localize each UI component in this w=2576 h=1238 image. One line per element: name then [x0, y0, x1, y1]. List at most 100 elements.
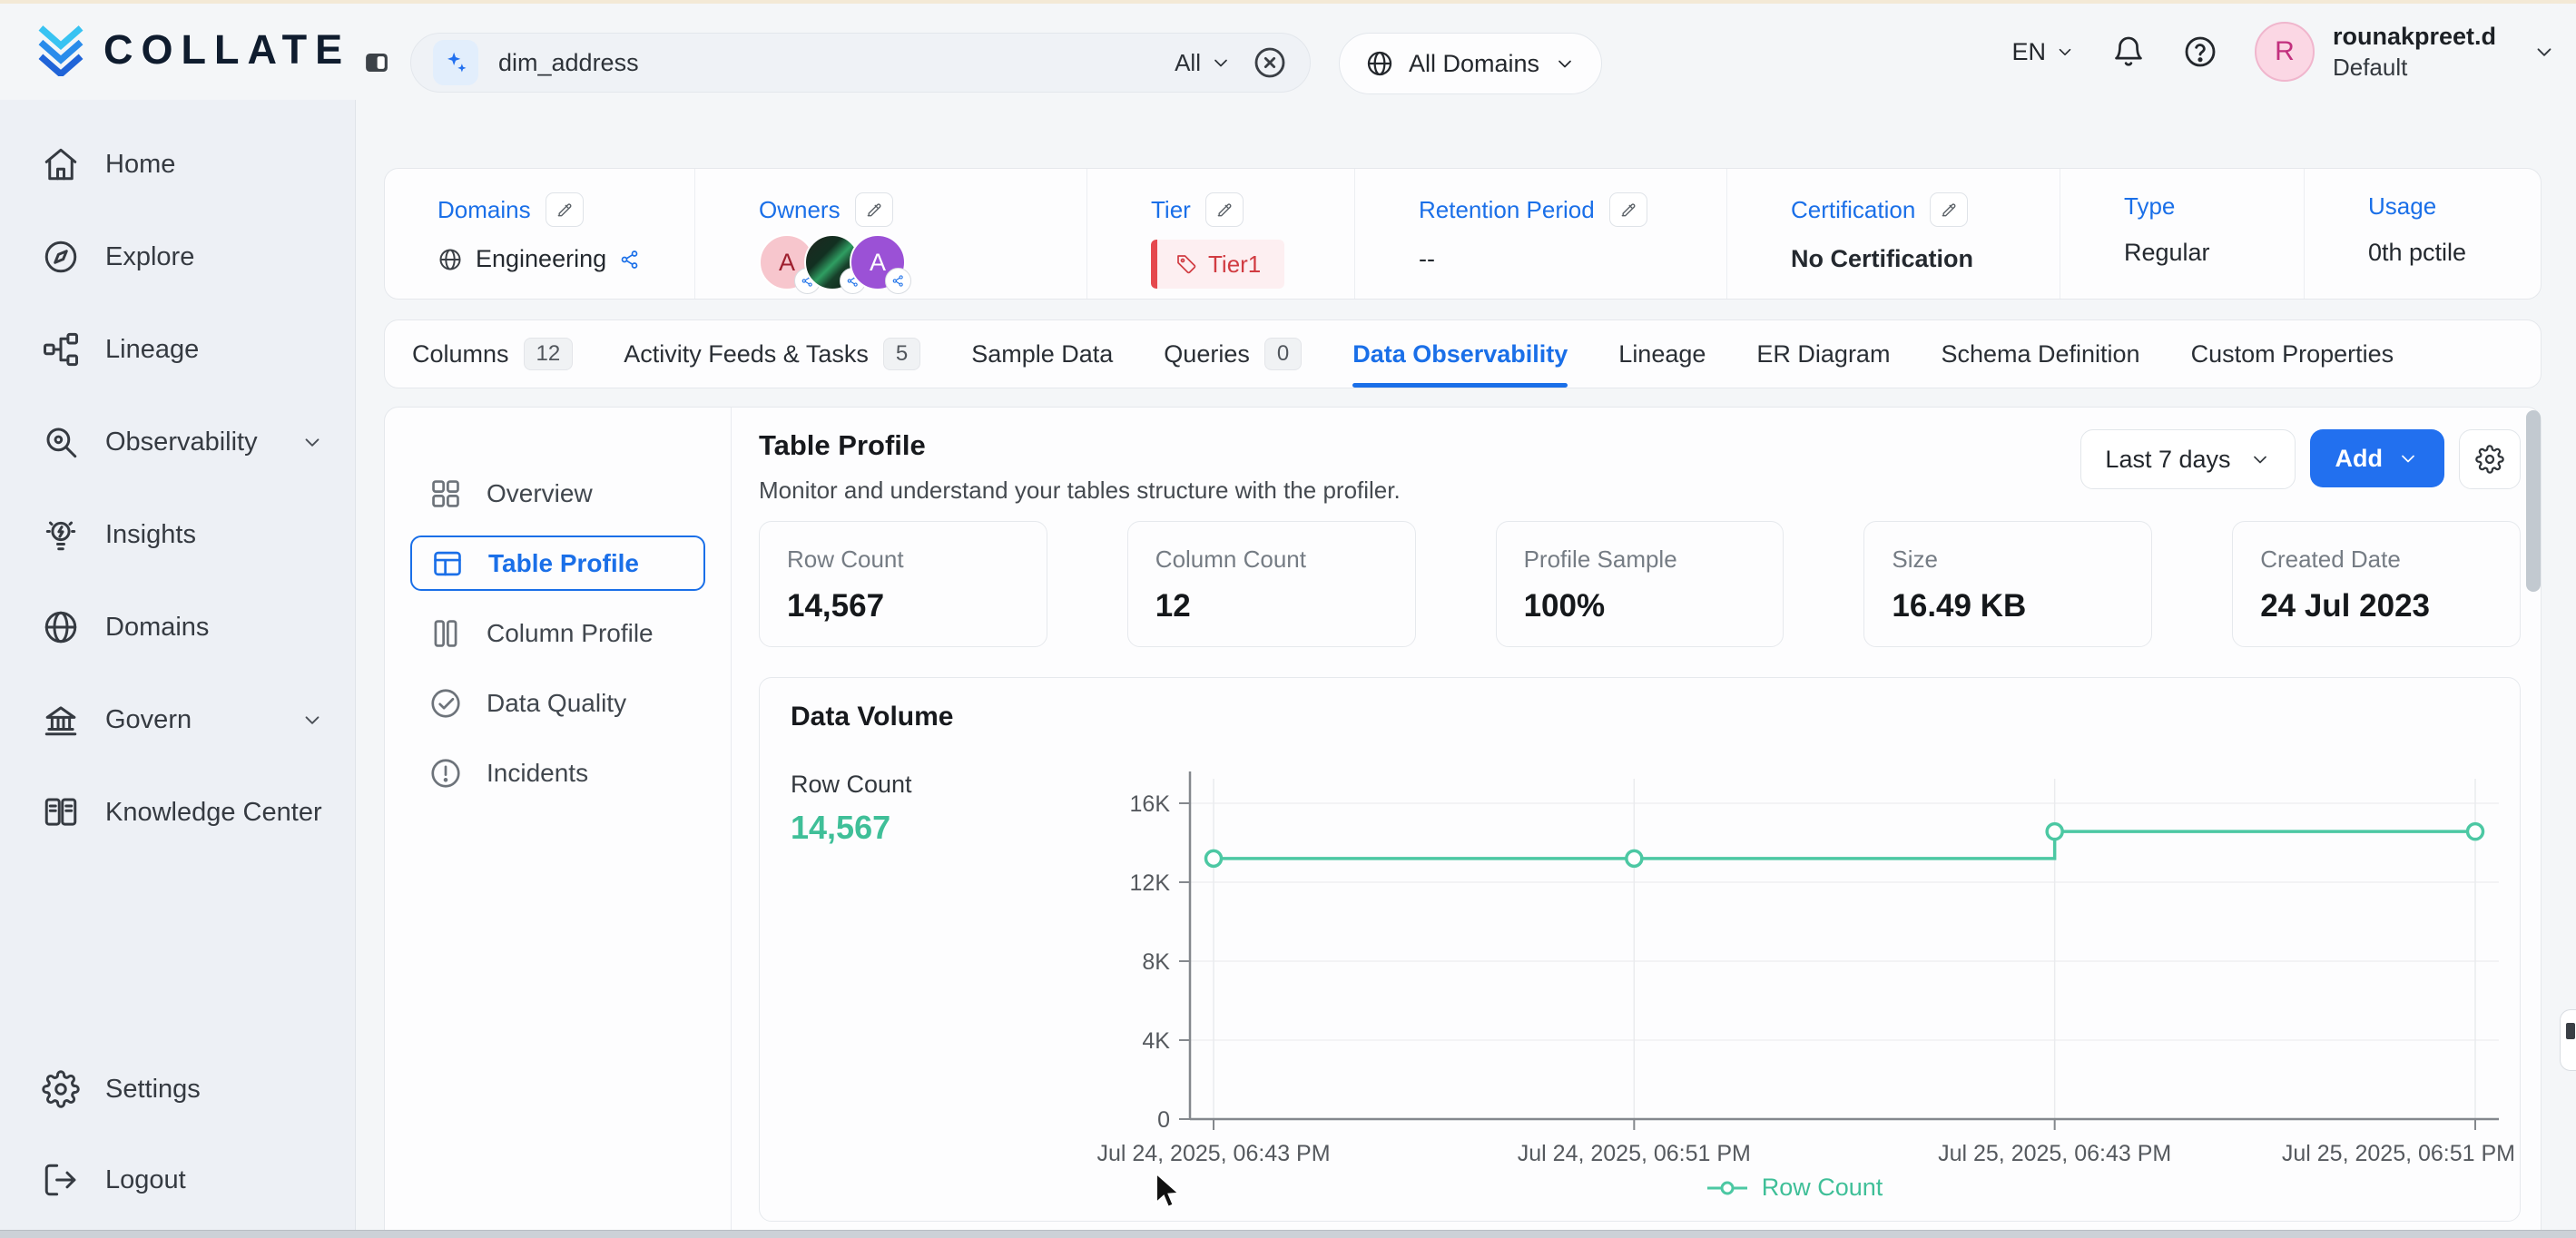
meta-retention: Retention Period -- — [1355, 169, 1727, 299]
tab-lineage[interactable]: Lineage — [1618, 320, 1706, 388]
globe-icon — [42, 608, 80, 646]
app-window: COLLATE dim_address All — [0, 0, 2576, 1238]
owner-avatar[interactable]: A — [850, 234, 906, 290]
svg-text:0: 0 — [1157, 1107, 1170, 1133]
notifications-bell-icon[interactable] — [2111, 34, 2146, 69]
table-profile-content: Table Profile Monitor and understand you… — [732, 408, 2541, 1238]
sidebar-item-insights[interactable]: Insights — [0, 488, 355, 581]
tab-custom-properties[interactable]: Custom Properties — [2191, 320, 2394, 388]
owners-label: Owners — [759, 196, 841, 224]
profiler-settings-button[interactable] — [2459, 429, 2521, 489]
gear-icon — [42, 1070, 80, 1108]
tab-columns[interactable]: Columns 12 — [412, 320, 573, 388]
tab-schema-definition[interactable]: Schema Definition — [1941, 320, 2139, 388]
tab-er-diagram[interactable]: ER Diagram — [1756, 320, 1890, 388]
sidebar-item-label: Domains — [105, 613, 209, 643]
sidebar-item-label: Home — [105, 150, 175, 180]
tab-activity-feeds[interactable]: Activity Feeds & Tasks 5 — [624, 320, 920, 388]
stat-card-created-date: Created Date 24 Jul 2023 — [2232, 521, 2521, 647]
add-button[interactable]: Add — [2310, 429, 2444, 487]
help-icon[interactable] — [2182, 34, 2218, 70]
sidebar-item-lineage[interactable]: Lineage — [0, 303, 355, 396]
edit-owners-button[interactable] — [855, 192, 893, 227]
retention-label: Retention Period — [1419, 196, 1595, 224]
certification-label: Certification — [1791, 196, 1915, 224]
topbar: COLLATE dim_address All — [0, 4, 2576, 100]
time-range-value: Last 7 days — [2105, 446, 2230, 474]
chevron-down-icon — [1210, 52, 1232, 74]
sidebar-toggle-icon[interactable] — [363, 49, 390, 76]
svg-text:4K: 4K — [1142, 1028, 1170, 1054]
sidebar-item-label: Logout — [105, 1165, 186, 1195]
domain-filter-dropdown[interactable]: All Domains — [1339, 33, 1602, 94]
sidebar-item-home[interactable]: Home — [0, 118, 355, 211]
home-icon — [42, 145, 80, 183]
tab-queries[interactable]: Queries 0 — [1164, 320, 1302, 388]
data-volume-card: Data Volume Row Count 14,567 04K8K12K16K… — [759, 677, 2521, 1222]
domains-value[interactable]: Engineering — [438, 245, 694, 273]
globe-icon — [1365, 49, 1394, 78]
floating-widget-cutoff[interactable] — [2560, 1009, 2576, 1071]
edit-domains-button[interactable] — [546, 192, 584, 227]
svg-text:Jul 25, 2025, 06:51 PM: Jul 25, 2025, 06:51 PM — [2282, 1141, 2515, 1164]
pencil-icon — [1619, 201, 1637, 219]
pencil-icon — [865, 201, 883, 219]
sidebar-item-knowledge-center[interactable]: Knowledge Center — [0, 766, 355, 859]
tab-data-observability[interactable]: Data Observability — [1352, 320, 1568, 388]
chart-legend[interactable]: Row Count — [914, 1174, 2576, 1202]
check-circle-icon — [428, 686, 463, 721]
tab-count-badge: 12 — [524, 338, 574, 370]
user-menu[interactable]: R rounakpreet.d Default — [2255, 22, 2496, 82]
avatar: R — [2255, 22, 2315, 82]
svg-text:Jul 24, 2025, 06:43 PM: Jul 24, 2025, 06:43 PM — [1096, 1141, 1330, 1164]
edit-certification-button[interactable] — [1930, 192, 1968, 227]
search-scope-dropdown[interactable]: All — [1175, 49, 1232, 77]
domain-name[interactable]: Engineering — [476, 245, 606, 273]
user-menu-chevron-icon[interactable] — [2532, 40, 2556, 64]
language-dropdown[interactable]: EN — [2011, 38, 2075, 66]
domains-label: Domains — [438, 196, 531, 224]
vertical-scrollbar-thumb[interactable] — [2526, 410, 2541, 592]
svg-text:16K: 16K — [1130, 791, 1171, 817]
type-label: Type — [2124, 192, 2175, 221]
alert-circle-icon — [428, 756, 463, 791]
meta-usage: Usage 0th pctile — [2305, 169, 2541, 299]
stat-card-profile-sample: Profile Sample 100% — [1496, 521, 1785, 647]
share-nodes-icon — [619, 249, 641, 270]
clear-search-icon[interactable] — [1252, 44, 1288, 81]
svg-text:12K: 12K — [1130, 870, 1171, 896]
sidebar-item-observability[interactable]: Observability — [0, 396, 355, 488]
sidebar-item-settings[interactable]: Settings — [0, 1044, 355, 1135]
ai-sparkle-icon[interactable] — [433, 40, 478, 85]
tier-badge[interactable]: Tier1 — [1151, 240, 1284, 289]
sidebar-item-label: Insights — [105, 520, 196, 550]
sidebar-item-logout[interactable]: Logout — [0, 1135, 355, 1225]
chevron-down-icon — [2397, 447, 2419, 469]
sidebar-item-label: Observability — [105, 427, 258, 457]
entity-meta-card: Domains Engineering Owners — [384, 168, 2542, 300]
language-value: EN — [2011, 38, 2046, 66]
sidebar-item-govern[interactable]: Govern — [0, 673, 355, 766]
globe-icon — [438, 247, 463, 272]
collate-logo[interactable]: COLLATE — [34, 24, 350, 76]
sidebar-item-explore[interactable]: Explore — [0, 211, 355, 303]
subnav-item-table-profile[interactable]: Table Profile — [410, 535, 705, 591]
global-search[interactable]: dim_address All — [410, 33, 1311, 93]
tab-count-badge: 0 — [1264, 338, 1302, 370]
horizontal-scrollbar-track[interactable] — [0, 1230, 2576, 1238]
sidebar-item-label: Govern — [105, 705, 192, 735]
edit-retention-button[interactable] — [1609, 192, 1647, 227]
edit-tier-button[interactable] — [1205, 192, 1244, 227]
user-team: Default — [2333, 53, 2496, 83]
subnav-item-incidents[interactable]: Incidents — [410, 738, 705, 808]
time-range-dropdown[interactable]: Last 7 days — [2080, 429, 2295, 489]
tab-sample-data[interactable]: Sample Data — [971, 320, 1113, 388]
subnav-item-data-quality[interactable]: Data Quality — [410, 668, 705, 738]
brand-name: COLLATE — [103, 26, 350, 74]
sidebar-item-domains[interactable]: Domains — [0, 581, 355, 673]
pencil-icon — [1215, 201, 1234, 219]
user-name: rounakpreet.d — [2333, 22, 2496, 53]
subnav-item-column-profile[interactable]: Column Profile — [410, 598, 705, 668]
search-input[interactable]: dim_address — [498, 49, 1155, 77]
subnav-item-overview[interactable]: Overview — [410, 458, 705, 528]
